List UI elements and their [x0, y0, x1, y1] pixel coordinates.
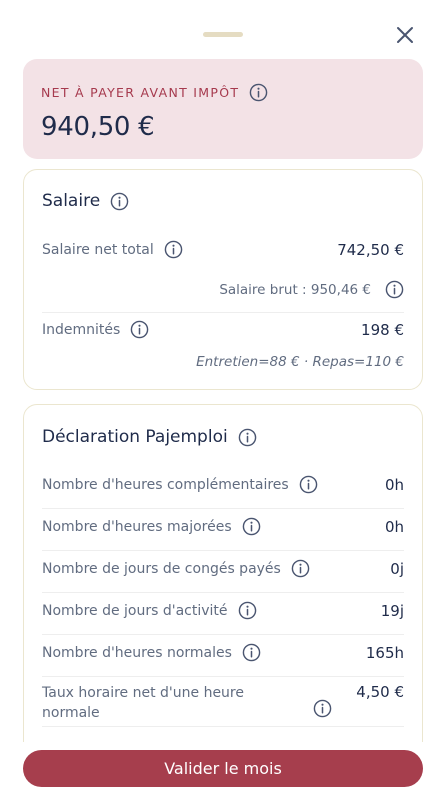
salaire-card: Salaire Salaire net total 742,50 € Salai…	[23, 169, 423, 390]
net-a-payer-label: NET À PAYER AVANT IMPÔT	[41, 85, 240, 100]
salaire-net-row: Salaire net total 742,50 €	[42, 240, 404, 259]
divider	[42, 676, 404, 677]
close-button[interactable]	[392, 22, 418, 48]
row-value: 4,50 €	[356, 683, 404, 701]
info-icon[interactable]	[313, 699, 332, 718]
info-icon[interactable]	[299, 475, 318, 494]
divider	[42, 508, 404, 509]
info-icon[interactable]	[291, 559, 310, 578]
divider	[42, 312, 404, 313]
row-value: 0h	[384, 475, 404, 494]
pajemploi-row-heures-complementaires: Nombre d'heures complémentaires 0h	[42, 475, 404, 494]
info-icon[interactable]	[238, 601, 257, 620]
info-icon[interactable]	[242, 643, 261, 662]
row-label: Nombre de jours d'activité	[42, 602, 228, 619]
close-icon	[397, 27, 413, 43]
info-icon[interactable]	[249, 83, 268, 102]
indemnites-detail: Entretien=88 € · Repas=110 €	[196, 354, 404, 370]
info-icon[interactable]	[164, 240, 183, 259]
divider	[42, 550, 404, 551]
row-label: Nombre d'heures normales	[42, 644, 232, 661]
salaire-brut-row: Salaire brut : 950,46 €	[219, 280, 404, 299]
info-icon[interactable]	[130, 320, 149, 339]
salaire-net-label: Salaire net total	[42, 241, 154, 258]
pajemploi-row-heures-majorees: Nombre d'heures majorées 0h	[42, 517, 404, 536]
info-icon[interactable]	[385, 280, 404, 299]
valider-le-mois-button[interactable]: Valider le mois	[23, 750, 423, 787]
divider	[42, 634, 404, 635]
row-value: 165h	[365, 643, 404, 662]
pajemploi-row-conges-payes: Nombre de jours de congés payés 0j	[42, 559, 404, 578]
info-icon[interactable]	[242, 517, 261, 536]
salaire-brut-text: Salaire brut : 950,46 €	[219, 281, 371, 298]
pajemploi-title: Déclaration Pajemploi	[42, 427, 228, 447]
info-icon[interactable]	[110, 192, 129, 211]
indemnites-label: Indemnités	[42, 321, 121, 338]
salaire-title: Salaire	[42, 191, 101, 211]
pajemploi-row-jours-activite: Nombre de jours d'activité 19j	[42, 601, 404, 620]
drag-handle[interactable]	[203, 32, 243, 37]
net-a-payer-value: 940,50 €	[41, 112, 155, 142]
net-a-payer-card: NET À PAYER AVANT IMPÔT 940,50 €	[23, 59, 423, 159]
row-label: Nombre d'heures majorées	[42, 518, 232, 535]
row-value: 0h	[384, 517, 404, 536]
indemnites-row: Indemnités 198 €	[42, 320, 404, 339]
divider	[42, 592, 404, 593]
row-value: 19j	[380, 601, 404, 620]
row-label: Nombre d'heures complémentaires	[42, 476, 289, 493]
row-value: 0j	[390, 559, 404, 578]
pajemploi-row-taux-horaire: Taux horaire net d'une heure normale 4,5…	[42, 683, 404, 723]
info-icon[interactable]	[238, 428, 257, 447]
row-label: Taux horaire net d'une heure normale	[42, 685, 244, 721]
pajemploi-card: Déclaration Pajemploi Nombre d'heures co…	[23, 404, 423, 800]
salaire-net-value: 742,50 €	[337, 240, 404, 259]
pajemploi-row-heures-normales: Nombre d'heures normales 165h	[42, 643, 404, 662]
divider	[42, 726, 404, 727]
indemnites-value: 198 €	[361, 320, 404, 339]
row-label: Nombre de jours de congés payés	[42, 560, 281, 577]
